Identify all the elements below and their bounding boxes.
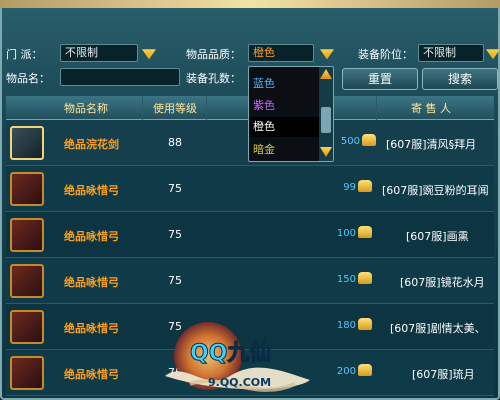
chevron-down-icon[interactable] xyxy=(142,49,156,60)
quality-option-blue[interactable]: 蓝色 xyxy=(253,75,275,91)
socket-label: 装备孔数： xyxy=(186,72,241,85)
search-button[interactable]: 搜索 xyxy=(422,68,498,90)
quality-option-purple[interactable]: 紫色 xyxy=(253,97,275,113)
equip-level-select[interactable]: 不限制 xyxy=(418,44,484,62)
title-strip xyxy=(0,0,500,8)
seller-name: [607服]画熏 xyxy=(406,230,469,243)
seller-name: [607服]豌豆粉的耳闻 xyxy=(382,184,489,197)
dropdown-scrollbar[interactable] xyxy=(319,67,333,161)
gold-ingot-icon xyxy=(358,226,372,238)
quality-option-orange[interactable]: 橙色 xyxy=(249,117,319,137)
scroll-down-icon[interactable] xyxy=(320,147,332,157)
item-name-input[interactable] xyxy=(60,68,180,86)
item-price: 99 xyxy=(343,182,356,193)
item-level: 75 xyxy=(168,228,182,241)
item-name: 绝品咏惜弓 xyxy=(64,184,119,197)
gold-ingot-icon xyxy=(358,180,372,192)
seller-name: [607服]剧情太美、 xyxy=(390,322,486,335)
quality-option-dark-gold[interactable]: 暗金 xyxy=(253,141,275,157)
item-name: 绝品咏惜弓 xyxy=(64,230,119,243)
gold-ingot-icon xyxy=(358,272,372,284)
sect-select[interactable]: 不限制 xyxy=(60,44,138,62)
item-name: 绝品浣花剑 xyxy=(64,138,119,151)
item-name: 绝品咏惜弓 xyxy=(64,276,119,289)
reset-button[interactable]: 重置 xyxy=(342,68,418,90)
scroll-thumb[interactable] xyxy=(321,107,331,133)
bow-icon xyxy=(10,356,44,390)
bow-icon xyxy=(10,310,44,344)
table-row[interactable]: 绝品咏惜弓 75 100 [607服]画熏 xyxy=(6,212,494,258)
item-name: 绝品咏惜弓 xyxy=(64,322,119,335)
quality-options: 蓝色 紫色 橙色 暗金 xyxy=(249,67,319,161)
quality-label: 物品品质： xyxy=(186,48,241,61)
chevron-down-icon[interactable] xyxy=(486,49,500,60)
item-level: 75 xyxy=(168,274,182,287)
item-level: 75 xyxy=(168,182,182,195)
chevron-down-icon[interactable] xyxy=(320,49,334,60)
qq-jiuxian-logo: QQ九仙 9.QQ.COM xyxy=(165,322,310,392)
table-row[interactable]: 绝品咏惜弓 75 99 [607服]豌豆粉的耳闻 xyxy=(6,166,494,212)
gold-ingot-icon xyxy=(358,318,372,330)
quality-select[interactable]: 橙色 xyxy=(248,44,314,62)
bow-icon xyxy=(10,264,44,298)
header-seller[interactable]: 寄 售 人 xyxy=(376,100,486,116)
item-name: 绝品咏惜弓 xyxy=(64,368,119,381)
seller-name: [607服]琉月 xyxy=(412,368,475,381)
table-row[interactable]: 绝品咏惜弓 75 150 [607服]镜花水月 xyxy=(6,258,494,304)
bow-icon xyxy=(10,172,44,206)
bow-icon xyxy=(10,218,44,252)
header-item-name[interactable]: 物品名称 xyxy=(36,100,136,116)
seller-name: [607服]清风§拜月 xyxy=(386,138,477,151)
sect-label: 门 派： xyxy=(6,48,43,61)
header-level[interactable]: 使用等级 xyxy=(146,100,204,116)
logo-text: QQ九仙 xyxy=(190,340,271,366)
item-price: 150 xyxy=(336,274,356,285)
item-price: 100 xyxy=(336,228,356,239)
item-name-label: 物品名： xyxy=(6,72,50,85)
logo-url: 9.QQ.COM xyxy=(208,376,271,389)
scroll-up-icon[interactable] xyxy=(320,69,332,79)
item-level: 88 xyxy=(168,136,182,149)
equip-level-label: 装备阶位： xyxy=(358,48,413,61)
quality-dropdown-list[interactable]: 蓝色 紫色 橙色 暗金 xyxy=(248,66,334,162)
sword-icon xyxy=(10,126,44,160)
seller-name: [607服]镜花水月 xyxy=(400,276,485,289)
gold-ingot-icon xyxy=(362,134,376,146)
gold-ingot-icon xyxy=(358,364,372,376)
